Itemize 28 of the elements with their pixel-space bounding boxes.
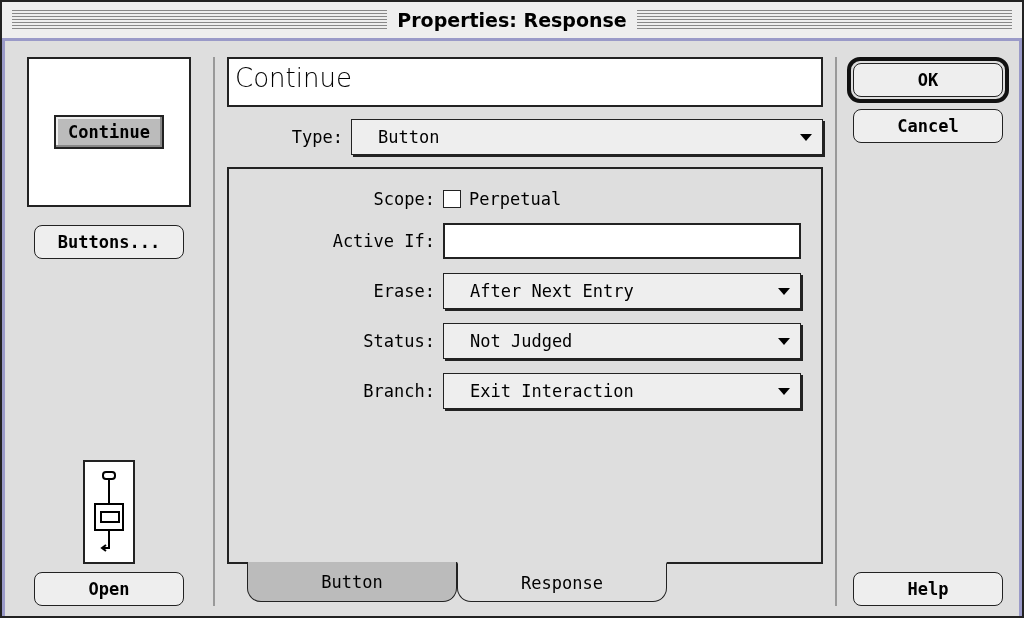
dropdown[interactable]: Exit Interaction: [443, 373, 801, 409]
flowchart-icon: [83, 460, 135, 564]
dialog-button[interactable]: Buttons...: [34, 225, 184, 259]
dropdown-arrow-icon: [778, 387, 790, 395]
input-field[interactable]: [443, 223, 801, 259]
checkbox[interactable]: [443, 190, 461, 208]
dropdown[interactable]: Button: [351, 119, 823, 155]
field-label: Scope:: [372, 189, 435, 209]
tab[interactable]: Button: [247, 562, 457, 602]
window-title: Properties: Response: [397, 9, 627, 31]
preview-button[interactable]: Continue: [54, 115, 164, 149]
field-label: Status:: [362, 331, 435, 351]
name-field[interactable]: Continue: [227, 57, 823, 107]
dropdown-arrow-icon: [778, 337, 790, 345]
field-label: Active If:: [331, 231, 435, 251]
checkbox-label[interactable]: Perpetual: [469, 189, 562, 209]
ok-button[interactable]: OK: [853, 63, 1003, 97]
dropdown[interactable]: Not Judged: [443, 323, 801, 359]
dropdown[interactable]: After Next Entry: [443, 273, 801, 309]
dialog-button[interactable]: Help: [853, 572, 1003, 606]
dialog-button[interactable]: Cancel: [853, 109, 1003, 143]
tab[interactable]: Response: [457, 562, 667, 602]
dropdown-arrow-icon: [778, 287, 790, 295]
field-label: Type:: [291, 127, 343, 147]
field-label: Branch:: [362, 381, 435, 401]
field-label: Erase:: [372, 281, 435, 301]
dialog-button[interactable]: Open: [34, 572, 184, 606]
dropdown-arrow-icon: [800, 133, 812, 141]
